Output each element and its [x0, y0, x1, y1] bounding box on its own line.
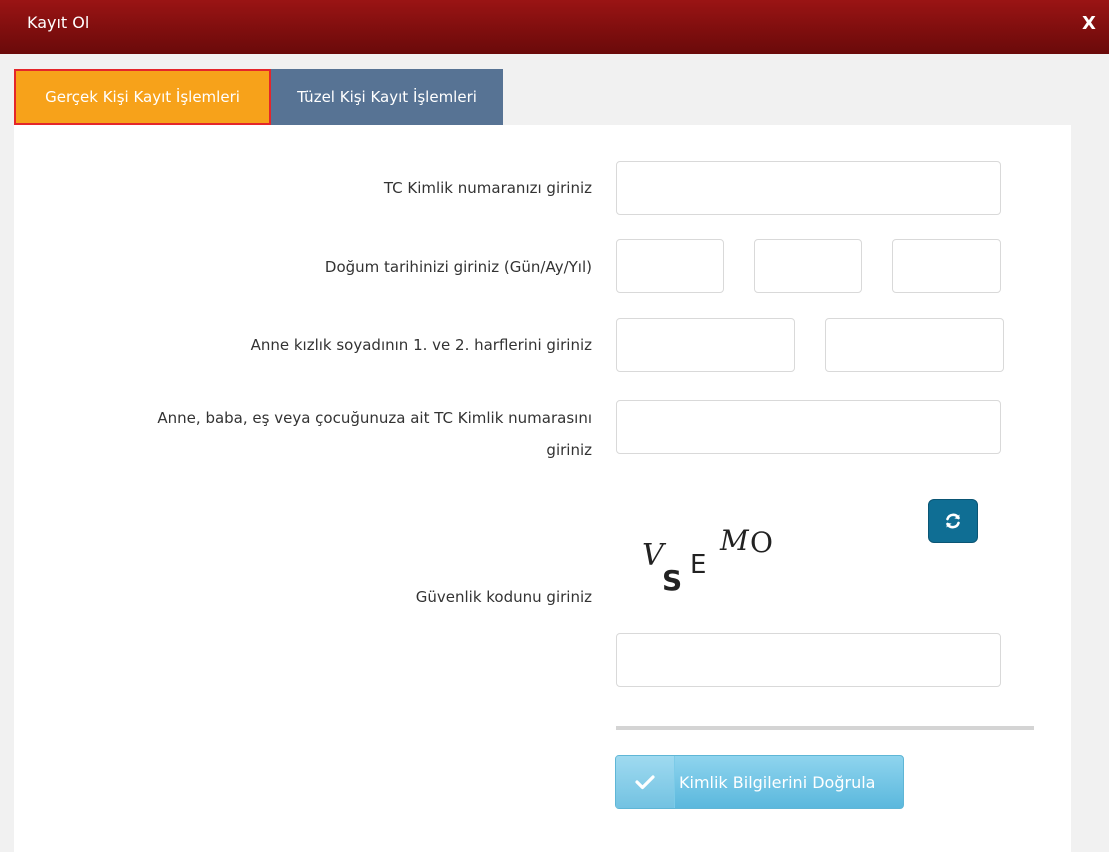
captcha-image: V S E M O [642, 524, 773, 597]
form-divider [616, 726, 1034, 730]
captcha-refresh-button[interactable] [928, 499, 978, 543]
mother-letter2-input[interactable] [825, 318, 1004, 372]
tc-input[interactable] [616, 161, 1001, 215]
captcha-char-5: O [750, 526, 773, 559]
refresh-icon [946, 513, 960, 529]
verify-button-label: Kimlik Bilgilerini Doğrula [679, 772, 876, 792]
birth-month-input[interactable] [754, 239, 862, 293]
birth-date-label: Doğum tarihinizi giriniz (Gün/Ay/Yıl) [324, 258, 592, 276]
birth-day-input[interactable] [616, 239, 724, 293]
mother-maiden-label: Anne kızlık soyadının 1. ve 2. harflerin… [250, 336, 592, 354]
modal-title: Kayıt Ol [27, 13, 90, 32]
form-panel [14, 125, 1071, 852]
tab-real-person[interactable]: Gerçek Kişi Kayıt İşlemleri [14, 69, 271, 125]
security-code-label: Güvenlik kodunu giriniz [415, 588, 592, 606]
mother-letter1-input[interactable] [616, 318, 795, 372]
check-icon [616, 756, 675, 808]
relative-tc-input[interactable] [616, 400, 1001, 454]
relative-tc-label-line2: giriniz [546, 441, 592, 459]
close-button[interactable]: X [1082, 13, 1096, 34]
birth-year-input[interactable] [892, 239, 1001, 293]
relative-tc-label-line1: Anne, baba, eş veya çocuğunuza ait TC Ki… [157, 409, 592, 427]
relative-tc-label: Anne, baba, eş veya çocuğunuza ait TC Ki… [157, 406, 592, 462]
tc-label: TC Kimlik numaranızı giriniz [383, 179, 592, 197]
captcha-char-4: M [719, 524, 750, 557]
modal-titlebar: Kayıt Ol X [0, 0, 1109, 54]
captcha-char-3: E [690, 550, 706, 580]
captcha-char-2: S [662, 564, 682, 597]
verify-identity-button[interactable]: Kimlik Bilgilerini Doğrula [615, 755, 904, 809]
security-code-input[interactable] [616, 633, 1001, 687]
tab-legal-entity[interactable]: Tüzel Kişi Kayıt İşlemleri [271, 69, 503, 125]
